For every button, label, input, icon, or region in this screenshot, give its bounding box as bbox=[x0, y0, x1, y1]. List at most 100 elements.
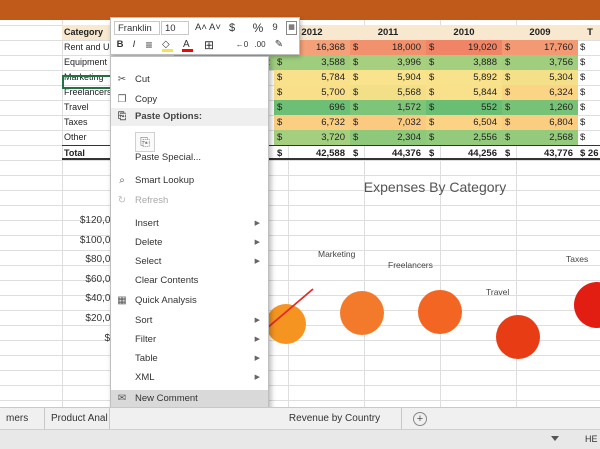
menu-item-sort[interactable]: Sort ▶ bbox=[111, 312, 268, 330]
value-cell[interactable]: $17,760 bbox=[502, 40, 578, 55]
menu-item-clear-contents[interactable]: Clear Contents bbox=[111, 272, 268, 290]
value-cell[interactable]: $6,804 bbox=[502, 115, 578, 130]
font-size-box[interactable]: 10 bbox=[161, 21, 189, 35]
header-year-2010[interactable]: 2010 bbox=[426, 25, 502, 40]
format-painter-icon[interactable]: ✎ bbox=[273, 38, 285, 52]
bubble-marketing[interactable] bbox=[340, 291, 384, 335]
value-cell[interactable]: $5,844 bbox=[426, 85, 502, 100]
bold-button[interactable]: B bbox=[115, 38, 125, 52]
value-cell[interactable]: $5,304 bbox=[502, 70, 578, 85]
shrink-font-icon[interactable]: A˅ bbox=[209, 21, 221, 35]
category-cell[interactable]: Rent and U bbox=[64, 40, 112, 55]
value-cell[interactable]: $7,032 bbox=[350, 115, 426, 130]
format-cells-icon[interactable]: ▦ bbox=[286, 21, 297, 35]
menu-item-refresh[interactable]: ↻ Refresh bbox=[111, 192, 268, 210]
header-category[interactable]: Category bbox=[64, 25, 112, 40]
value-cell[interactable]: $6,324 bbox=[502, 85, 578, 100]
menu-item-select[interactable]: Select ▶ bbox=[111, 253, 268, 271]
category-cell[interactable]: Taxes bbox=[64, 115, 112, 130]
menu-item-paste-special[interactable]: Paste Special... bbox=[111, 149, 268, 167]
scroll-left-icon[interactable] bbox=[551, 436, 559, 441]
bubble-freelancers[interactable] bbox=[418, 290, 462, 334]
decrease-decimal-icon[interactable]: .00 bbox=[253, 38, 267, 52]
menu-item-cut[interactable]: ✂ Cut bbox=[111, 71, 268, 89]
total-extra-cell[interactable]: $ 26 bbox=[580, 146, 600, 161]
currency-format-icon[interactable]: $ bbox=[227, 21, 237, 35]
total-value-cell[interactable]: $44,376 bbox=[350, 146, 426, 161]
menu-item-new-comment[interactable]: ✉ New Comment bbox=[111, 390, 268, 408]
category-cell[interactable]: Travel bbox=[64, 100, 112, 115]
percent-format-icon[interactable]: % bbox=[251, 21, 265, 35]
extra-col-cell[interactable]: $ bbox=[580, 55, 600, 70]
value-cell[interactable]: $2,568 bbox=[502, 130, 578, 145]
menu-item-label: XML bbox=[135, 372, 155, 383]
font-color-icon[interactable]: A bbox=[181, 38, 195, 52]
add-sheet-button[interactable]: + bbox=[413, 412, 427, 426]
worksheet-grid[interactable]: Category 2012 2011 2010 2009 T Rent and … bbox=[0, 20, 600, 407]
fill-color-icon[interactable]: ◇ bbox=[161, 38, 175, 52]
value-cell[interactable]: $19,020 bbox=[426, 40, 502, 55]
extra-col-cell[interactable]: $ bbox=[580, 130, 600, 145]
extra-col-cell[interactable]: $ bbox=[580, 85, 600, 100]
borders-icon[interactable]: ⊞ bbox=[203, 38, 215, 52]
menu-item-quick-analysis[interactable]: ▦ Quick Analysis bbox=[111, 292, 268, 310]
header-year-extra[interactable]: T bbox=[580, 25, 600, 40]
value-cell[interactable]: $552 bbox=[426, 100, 502, 115]
value-cell[interactable]: $3,756 bbox=[502, 55, 578, 70]
header-year-2009[interactable]: 2009 bbox=[502, 25, 578, 40]
extra-col-cell[interactable]: $ bbox=[580, 70, 600, 85]
sheet-tab-product-analysis[interactable]: Product Anal bbox=[45, 408, 110, 429]
increase-decimal-icon[interactable]: ←0 bbox=[235, 38, 249, 52]
align-center-icon[interactable]: ≡ bbox=[143, 38, 155, 52]
menu-item-delete[interactable]: Delete ▶ bbox=[111, 234, 268, 252]
bubble-equipment[interactable] bbox=[266, 304, 306, 344]
total-value-cell[interactable]: $42,588 bbox=[274, 146, 350, 161]
category-cell[interactable]: Other bbox=[64, 130, 112, 145]
menu-item-copy[interactable]: ❐ Copy bbox=[111, 91, 268, 109]
value-cell[interactable]: $696 bbox=[274, 100, 350, 115]
value-cell[interactable]: $5,892 bbox=[426, 70, 502, 85]
value-cell[interactable]: $5,568 bbox=[350, 85, 426, 100]
value-cell[interactable]: $3,996 bbox=[350, 55, 426, 70]
bubble-taxes[interactable] bbox=[574, 282, 600, 328]
value-cell[interactable]: $3,588 bbox=[274, 55, 350, 70]
currency-symbol: $ bbox=[429, 117, 435, 128]
value-cell[interactable]: $3,888 bbox=[426, 55, 502, 70]
italic-button[interactable]: I bbox=[129, 38, 139, 52]
value-cell[interactable]: $1,572 bbox=[350, 100, 426, 115]
category-cell[interactable]: Equipment bbox=[64, 55, 112, 70]
value-cell[interactable]: $2,556 bbox=[426, 130, 502, 145]
grow-font-icon[interactable]: A˄ bbox=[195, 21, 207, 35]
menu-item-table[interactable]: Table ▶ bbox=[111, 350, 268, 368]
extra-col-cell[interactable]: $ bbox=[580, 115, 600, 130]
total-value-cell[interactable]: $43,776 bbox=[502, 146, 578, 161]
total-value-cell[interactable]: $44,256 bbox=[426, 146, 502, 161]
comma-style-icon[interactable]: 9 bbox=[269, 21, 281, 35]
menu-item-insert[interactable]: Insert ▶ bbox=[111, 215, 268, 233]
font-name-box[interactable]: Franklin bbox=[114, 21, 160, 35]
bubble-label: Travel bbox=[486, 287, 510, 297]
value-cell[interactable]: $1,260 bbox=[502, 100, 578, 115]
total-label[interactable]: Total bbox=[64, 146, 112, 161]
sheet-tab-customers[interactable]: mers bbox=[0, 408, 45, 429]
menu-item-filter[interactable]: Filter ▶ bbox=[111, 331, 268, 349]
cell-value: 18,000 bbox=[391, 42, 421, 53]
value-cell[interactable]: $18,000 bbox=[350, 40, 426, 55]
currency-symbol: $ bbox=[429, 132, 435, 143]
menu-item-smart-lookup[interactable]: ⌕ Smart Lookup bbox=[111, 172, 268, 190]
value-cell[interactable]: $6,504 bbox=[426, 115, 502, 130]
value-cell[interactable]: $3,720 bbox=[274, 130, 350, 145]
currency-symbol: $ bbox=[353, 102, 359, 113]
value-cell[interactable]: $5,784 bbox=[274, 70, 350, 85]
extra-col-cell[interactable]: $ bbox=[580, 40, 600, 55]
bubble-travel[interactable] bbox=[496, 315, 540, 359]
header-year-2011[interactable]: 2011 bbox=[350, 25, 426, 40]
sheet-tab-revenue-by-country[interactable]: Revenue by Country bbox=[268, 408, 402, 429]
menu-item-xml[interactable]: XML ▶ bbox=[111, 369, 268, 387]
value-cell[interactable]: $6,732 bbox=[274, 115, 350, 130]
value-cell[interactable]: $5,700 bbox=[274, 85, 350, 100]
value-cell[interactable]: $2,304 bbox=[350, 130, 426, 145]
extra-col-cell[interactable]: $ bbox=[580, 100, 600, 115]
chart-title[interactable]: Expenses By Category bbox=[270, 179, 600, 195]
value-cell[interactable]: $5,904 bbox=[350, 70, 426, 85]
